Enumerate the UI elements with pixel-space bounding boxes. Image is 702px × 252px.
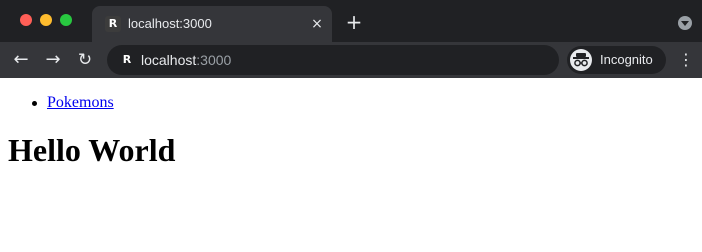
incognito-profile-button[interactable]: Incognito <box>567 46 666 74</box>
new-tab-button[interactable]: + <box>344 12 364 32</box>
page-heading: Hello World <box>8 132 176 168</box>
window-minimize-button[interactable] <box>40 14 52 26</box>
back-arrow-icon[interactable]: ← <box>10 49 32 71</box>
tab-search-chevron-icon[interactable] <box>678 16 692 30</box>
reload-icon[interactable]: ↻ <box>74 49 96 71</box>
incognito-icon <box>570 49 592 71</box>
list-item: Pokemons <box>8 94 114 112</box>
incognito-glyph-icon <box>573 53 589 67</box>
pokemons-link[interactable]: Pokemons <box>47 94 114 111</box>
url-port: :3000 <box>196 52 232 68</box>
page-nav-list: Pokemons <box>8 94 114 112</box>
list-bullet <box>32 101 37 106</box>
address-bar[interactable]: R localhost:3000 <box>107 45 559 75</box>
browser-toolbar: ← → ↻ R localhost:3000 Incognito ⋮ <box>0 42 702 78</box>
tab-title: localhost:3000 <box>128 16 212 31</box>
window-close-button[interactable] <box>20 14 32 26</box>
url-host: localhost <box>141 52 197 68</box>
browser-menu-icon[interactable]: ⋮ <box>678 50 694 70</box>
tab-close-icon[interactable]: × <box>308 15 326 33</box>
address-site-icon: R <box>122 53 132 66</box>
browser-tab-active[interactable]: R localhost:3000 × <box>92 6 332 42</box>
page-content: Pokemons Hello World <box>0 78 702 252</box>
site-favicon-icon: R <box>105 16 121 32</box>
browser-tab-strip: R localhost:3000 × + <box>0 0 702 42</box>
address-url[interactable]: localhost:3000 <box>141 52 231 68</box>
window-maximize-button[interactable] <box>60 14 72 26</box>
forward-arrow-icon[interactable]: → <box>42 49 64 71</box>
incognito-label: Incognito <box>600 52 653 67</box>
